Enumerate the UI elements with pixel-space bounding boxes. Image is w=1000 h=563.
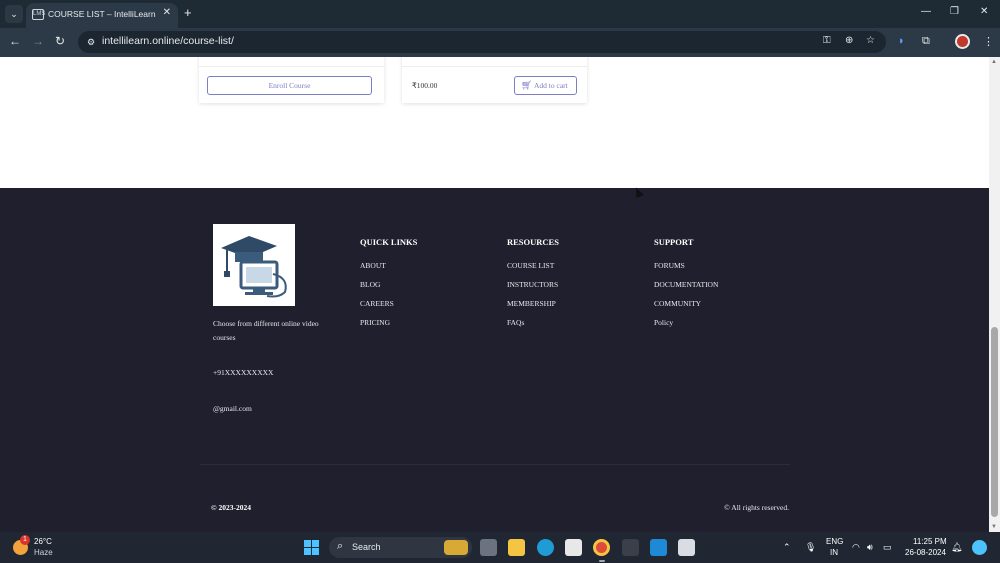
footer-divider xyxy=(200,464,790,465)
cart-icon: 🛒︎ xyxy=(521,80,533,90)
course-card: ₹100.00 🛒︎ Add to cart xyxy=(402,57,587,103)
read-aloud-icon[interactable]: ◗ xyxy=(898,35,905,47)
scroll-down-arrow-icon[interactable]: ▼ xyxy=(991,524,997,530)
footer-link-about[interactable]: ABOUT xyxy=(360,261,417,280)
search-label: Search xyxy=(352,542,381,552)
page-scrollbar[interactable]: ▲ ▼ xyxy=(989,57,1000,532)
footer-column-resources: RESOURCES COURSE LIST INSTRUCTORS MEMBER… xyxy=(507,237,559,337)
web-page: Enroll Course ₹100.00 🛒︎ Add to cart Cho… xyxy=(0,57,989,532)
enroll-course-button[interactable]: Enroll Course xyxy=(207,76,372,95)
footer-column-quick-links: QUICK LINKS ABOUT BLOG CAREERS PRICING xyxy=(360,237,417,337)
course-card: Enroll Course xyxy=(199,57,384,103)
clock-date[interactable]: 26-08-2024 xyxy=(905,548,946,557)
footer-link-forums[interactable]: FORUMS xyxy=(654,261,718,280)
bookmark-star-icon[interactable]: ☆ xyxy=(866,35,875,46)
footer-copyright: © 2023-2024 xyxy=(211,503,251,512)
footer-link-careers[interactable]: CAREERS xyxy=(360,299,417,318)
volume-icon[interactable]: 🔊︎ xyxy=(867,542,873,553)
notification-bell-icon[interactable]: 🔔︎ xyxy=(951,542,962,553)
footer-link-documentation[interactable]: DOCUMENTATION xyxy=(654,280,718,299)
file-explorer-icon[interactable] xyxy=(508,539,525,556)
footer-column-title: RESOURCES xyxy=(507,237,559,247)
site-info-icon[interactable]: ⚙ xyxy=(84,35,98,49)
search-icon: ⌕ xyxy=(337,540,344,552)
url-text[interactable]: intellilearn.online/course-list/ xyxy=(102,35,234,47)
microphone-icon[interactable]: 🎙︎ xyxy=(805,542,816,553)
footer-link-pricing[interactable]: PRICING xyxy=(360,318,417,337)
battery-icon[interactable]: ▭ xyxy=(883,542,892,553)
tab-search-chevron-icon[interactable]: ⌄ xyxy=(5,5,23,23)
search-highlight-icon xyxy=(444,540,468,555)
footer-email[interactable]: @gmail.com xyxy=(213,404,252,413)
footer-link-membership[interactable]: MEMBERSHIP xyxy=(507,299,559,318)
wifi-icon[interactable]: ◠ xyxy=(852,542,860,553)
password-key-icon[interactable]: ⚿ xyxy=(823,35,831,46)
task-view-icon[interactable] xyxy=(480,539,497,556)
add-to-cart-label: Add to cart xyxy=(534,81,568,90)
menu-kebab-icon[interactable]: ⋮ xyxy=(983,35,994,48)
minimize-icon[interactable]: — xyxy=(921,6,931,17)
chrome-icon[interactable] xyxy=(593,539,610,556)
clock-time[interactable]: 11:25 PM xyxy=(913,537,947,546)
scrollbar-thumb[interactable] xyxy=(991,327,998,517)
footer-column-support: SUPPORT FORUMS DOCUMENTATION COMMUNITY P… xyxy=(654,237,718,337)
site-favicon-icon: LMS xyxy=(32,9,45,20)
footer-link-instructors[interactable]: INSTRUCTORS xyxy=(507,280,559,299)
windows-taskbar: 1 26°C Haze ⌕ Search ⌃ 🎙︎ ENG IN ◠ 🔊︎ ▭ … xyxy=(0,532,1000,563)
tray-chevron-up-icon[interactable]: ⌃ xyxy=(783,542,791,553)
address-bar[interactable]: ⚙ intellilearn.online/course-list/ ⚿ ⊕ ☆ xyxy=(78,31,886,53)
footer-link-policy[interactable]: Policy xyxy=(654,318,718,337)
profile-avatar[interactable] xyxy=(955,34,970,49)
scroll-up-arrow-icon[interactable]: ▲ xyxy=(991,59,997,65)
card-divider xyxy=(199,66,384,67)
extensions-icon[interactable]: ⧉ xyxy=(922,35,930,48)
reload-icon[interactable]: ↻ xyxy=(55,34,65,48)
language-bottom[interactable]: IN xyxy=(830,548,838,557)
browser-tab-bar: ⌄ LMS COURSE LIST – IntelliLearn ✕ + — ❐… xyxy=(0,0,1000,28)
footer-link-course-list[interactable]: COURSE LIST xyxy=(507,261,559,280)
edge-browser-icon[interactable] xyxy=(537,539,554,556)
window-close-icon[interactable]: ✕ xyxy=(980,6,988,17)
browser-tab-active[interactable]: LMS COURSE LIST – IntelliLearn ✕ xyxy=(26,3,178,28)
footer-rights: © All rights reserved. xyxy=(724,503,789,512)
footer-description: Choose from different online video cours… xyxy=(213,319,319,342)
add-to-cart-button[interactable]: 🛒︎ Add to cart xyxy=(514,76,577,95)
footer-link-blog[interactable]: BLOG xyxy=(360,280,417,299)
taskbar-search[interactable]: ⌕ Search xyxy=(329,537,472,558)
footer-link-community[interactable]: COMMUNITY xyxy=(654,299,718,318)
restore-icon[interactable]: ❐ xyxy=(950,6,959,17)
footer-column-title: QUICK LINKS xyxy=(360,237,418,247)
site-logo[interactable] xyxy=(213,224,295,306)
graduation-cap-computer-icon xyxy=(221,236,287,298)
forward-arrow-icon[interactable]: → xyxy=(32,34,44,48)
card-divider xyxy=(402,66,587,67)
weather-notification-badge: 1 xyxy=(20,535,30,545)
weather-temperature[interactable]: 26°C xyxy=(34,537,52,546)
tab-close-icon[interactable]: ✕ xyxy=(163,7,171,18)
microsoft-store-icon[interactable] xyxy=(565,539,582,556)
browser-toolbar: ← → ↻ ⚙ intellilearn.online/course-list/… xyxy=(0,28,1000,57)
snipping-tool-icon[interactable] xyxy=(678,539,695,556)
course-list-section: Enroll Course ₹100.00 🛒︎ Add to cart xyxy=(0,57,989,188)
chrome-active-indicator xyxy=(599,560,605,562)
vscode-icon[interactable] xyxy=(650,539,667,556)
back-arrow-icon[interactable]: ← xyxy=(9,34,21,48)
language-top[interactable]: ENG xyxy=(826,537,843,546)
footer-link-faqs[interactable]: FAQs xyxy=(507,318,559,337)
tab-title: COURSE LIST – IntelliLearn xyxy=(48,9,156,19)
terminal-icon[interactable] xyxy=(622,539,639,556)
site-footer: Choose from different online video cours… xyxy=(0,188,989,532)
footer-phone[interactable]: +91XXXXXXXXX xyxy=(213,368,273,377)
windows-start-icon[interactable] xyxy=(304,540,319,555)
copilot-icon[interactable] xyxy=(972,540,987,555)
new-tab-plus-icon[interactable]: + xyxy=(184,5,192,21)
course-price: ₹100.00 xyxy=(412,81,438,90)
weather-condition[interactable]: Haze xyxy=(34,548,53,557)
zoom-icon[interactable]: ⊕ xyxy=(845,35,853,46)
footer-column-title: SUPPORT xyxy=(654,237,694,247)
